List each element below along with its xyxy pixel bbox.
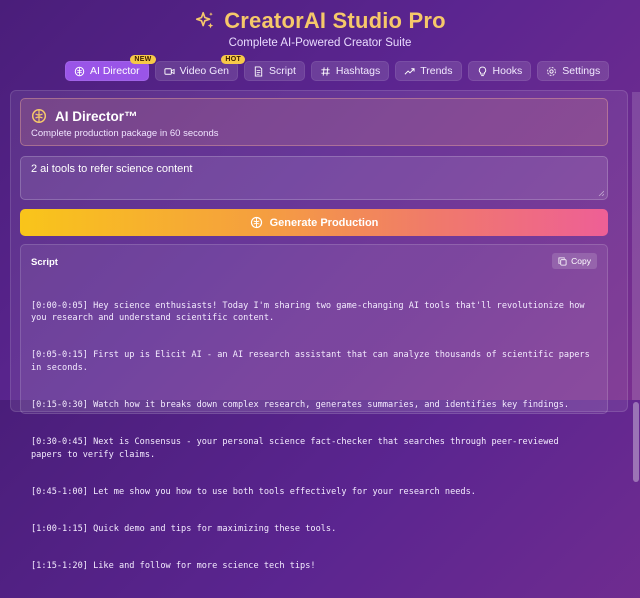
director-description: Complete production package in 60 second… xyxy=(31,128,219,139)
gear-icon xyxy=(547,66,557,76)
director-title: AI Director™ xyxy=(55,108,138,124)
scrollbar-thumb[interactable] xyxy=(633,402,639,482)
brain-icon xyxy=(250,216,262,229)
script-line: [0:05-0:15] First up is Elicit AI - an A… xyxy=(31,350,595,373)
tab-label: Script xyxy=(269,65,296,77)
script-line: [1:00-1:15] Quick demo and tips for maxi… xyxy=(31,524,337,535)
app-title: CreatorAI Studio Pro xyxy=(224,8,446,33)
video-icon xyxy=(164,67,175,75)
document-icon xyxy=(254,65,263,77)
trend-icon xyxy=(404,67,415,75)
tab-bar: AI Director NEW Video Gen HOT Script Has… xyxy=(65,55,610,81)
brain-icon xyxy=(74,66,85,76)
generate-production-button[interactable]: Generate Production xyxy=(20,209,608,236)
script-line: [0:45-1:00] Let me show you how to use b… xyxy=(31,486,476,497)
generate-button-label: Generate Production xyxy=(269,216,379,229)
copy-icon xyxy=(558,256,567,266)
sparkle-icon xyxy=(196,11,214,29)
script-line: [0:15-0:30] Watch how it breaks down com… xyxy=(31,400,570,411)
director-heading: AI Director™ xyxy=(31,108,138,124)
app-subtitle: Complete AI-Powered Creator Suite xyxy=(228,37,412,49)
hash-icon xyxy=(321,66,330,76)
new-badge: NEW xyxy=(130,55,156,64)
hot-badge: HOT xyxy=(221,55,246,64)
ai-director-card: AI Director™ Complete production package… xyxy=(20,98,608,146)
script-text: [0:00-0:05] Hey science enthusiasts! Tod… xyxy=(31,275,591,598)
prompt-input[interactable]: 2 ai tools to refer science content xyxy=(20,156,608,200)
tab-label: AI Director xyxy=(90,65,140,77)
brain-icon xyxy=(31,108,47,124)
tab-hashtags[interactable]: Hashtags xyxy=(310,61,390,81)
tab-label: Video Gen xyxy=(179,65,230,77)
title-row: CreatorAI Studio Pro xyxy=(0,8,640,34)
lightbulb-icon xyxy=(478,66,486,76)
tab-video-gen[interactable]: Video Gen HOT xyxy=(154,55,246,81)
tab-label: Settings xyxy=(562,65,601,77)
page-scrollbar[interactable] xyxy=(632,92,640,482)
tab-hooks[interactable]: Hooks xyxy=(467,61,532,81)
script-line: [0:30-0:45] Next is Consensus - your per… xyxy=(31,437,564,460)
tab-trends[interactable]: Trends xyxy=(395,61,462,81)
script-line: [0:00-0:05] Hey science enthusiasts! Tod… xyxy=(31,300,590,324)
tab-label: Trends xyxy=(420,65,453,77)
prompt-value: 2 ai tools to refer science content xyxy=(31,163,193,175)
tab-script[interactable]: Script xyxy=(244,61,305,81)
script-line: [1:15-1:20] Like and follow for more sci… xyxy=(31,561,316,572)
script-output: Script Copy [0:00-0:05] Hey science enth… xyxy=(20,244,608,571)
tab-label: Hooks xyxy=(492,65,523,77)
tab-settings[interactable]: Settings xyxy=(537,61,610,81)
tab-label: Hashtags xyxy=(335,65,381,77)
resize-handle-icon[interactable] xyxy=(598,190,604,196)
copy-label: Copy xyxy=(571,256,591,266)
copy-button[interactable]: Copy xyxy=(552,253,597,269)
tab-ai-director[interactable]: AI Director NEW xyxy=(65,55,156,81)
script-heading: Script xyxy=(31,257,58,268)
